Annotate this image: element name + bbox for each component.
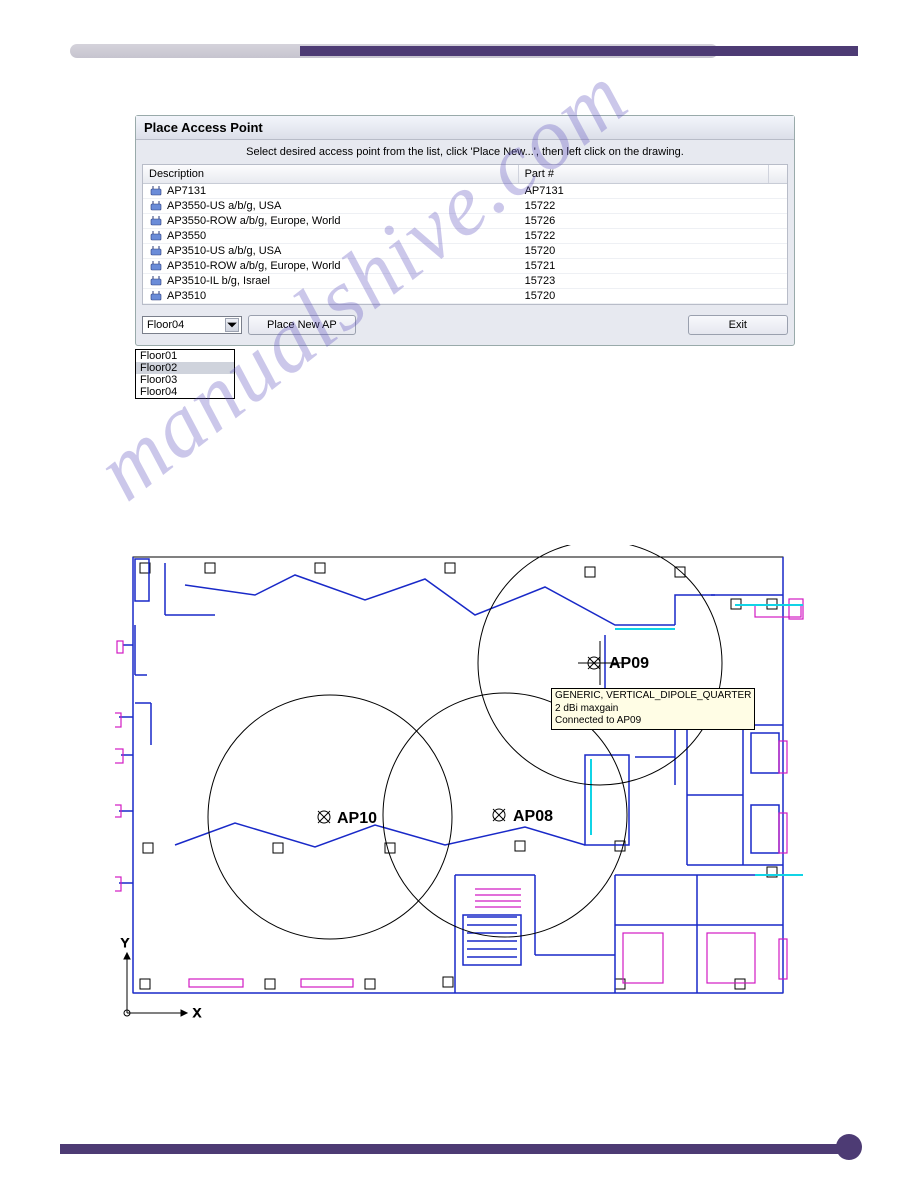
col-scroll-gutter — [769, 165, 787, 183]
axis-y-label: Y — [121, 936, 129, 950]
axis-x-label: X — [193, 1006, 201, 1020]
access-point-icon — [149, 186, 163, 196]
dialog-title: Place Access Point — [136, 116, 794, 140]
cell-description: AP3550-US a/b/g, USA — [143, 199, 519, 213]
access-point-icon — [149, 246, 163, 256]
cell-part: 15721 — [519, 259, 769, 273]
ap-tooltip: GENERIC, VERTICAL_DIPOLE_QUARTER 2 dBi m… — [551, 688, 755, 730]
floor-option[interactable]: Floor02 — [136, 362, 234, 374]
table-header: Description Part # — [143, 165, 787, 184]
table-row[interactable]: AP7131 AP7131 — [143, 184, 787, 199]
table-row[interactable]: AP3510-US a/b/g, USA 15720 — [143, 244, 787, 259]
tooltip-line3: Connected to AP09 — [555, 715, 751, 728]
cell-description-text: AP3550-ROW a/b/g, Europe, World — [167, 215, 340, 227]
cell-description-text: AP3550-US a/b/g, USA — [167, 200, 281, 212]
cell-part: 15722 — [519, 199, 769, 213]
table-row[interactable]: AP3510 15720 — [143, 289, 787, 304]
col-description[interactable]: Description — [143, 165, 519, 183]
table-row[interactable]: AP3550 15722 — [143, 229, 787, 244]
access-point-icon — [149, 216, 163, 226]
cell-description: AP3510 — [143, 289, 519, 303]
access-point-icon — [149, 276, 163, 286]
cell-description: AP3550-ROW a/b/g, Europe, World — [143, 214, 519, 228]
place-access-point-dialog: Place Access Point Select desired access… — [135, 115, 795, 346]
ap-table: Description Part # AP7131AP7131AP3550-US… — [142, 164, 788, 305]
cell-part: 15723 — [519, 274, 769, 288]
table-row[interactable]: AP3510-ROW a/b/g, Europe, World 15721 — [143, 259, 787, 274]
dialog-hint: Select desired access point from the lis… — [136, 140, 794, 162]
cell-part: AP7131 — [519, 184, 769, 198]
floor-plan[interactable]: AP09 AP08 AP10 X Y GENERIC, VERTICAL_DIP… — [115, 545, 805, 1025]
ap10-label: AP10 — [337, 810, 377, 827]
cell-description: AP3510-IL b/g, Israel — [143, 274, 519, 288]
cell-description-text: AP3510 — [167, 290, 206, 302]
tooltip-line2: 2 dBi maxgain — [555, 703, 751, 716]
header-rule-right — [300, 46, 858, 56]
cell-part: 15722 — [519, 229, 769, 243]
access-point-icon — [149, 261, 163, 271]
access-point-icon — [149, 231, 163, 241]
dialog-actions: Floor04 Place New AP Exit — [136, 307, 794, 345]
tooltip-line1: GENERIC, VERTICAL_DIPOLE_QUARTER — [555, 690, 751, 703]
exit-button[interactable]: Exit — [688, 315, 788, 335]
footer-rule — [60, 1144, 838, 1154]
cell-description-text: AP3510-IL b/g, Israel — [167, 275, 270, 287]
cell-description: AP3550 — [143, 229, 519, 243]
cell-part: 15726 — [519, 214, 769, 228]
floor-option[interactable]: Floor04 — [136, 386, 234, 398]
cell-description-text: AP3550 — [167, 230, 206, 242]
footer-dot — [836, 1134, 862, 1160]
cell-description: AP7131 — [143, 184, 519, 198]
floor-select-value: Floor04 — [147, 319, 184, 331]
floor-option[interactable]: Floor03 — [136, 374, 234, 386]
floor-select[interactable]: Floor04 — [142, 316, 242, 334]
ap08-label: AP08 — [513, 808, 553, 825]
cell-part: 15720 — [519, 289, 769, 303]
access-point-icon — [149, 201, 163, 211]
cell-description: AP3510-US a/b/g, USA — [143, 244, 519, 258]
cell-description-text: AP3510-ROW a/b/g, Europe, World — [167, 260, 340, 272]
place-new-ap-button[interactable]: Place New AP — [248, 315, 356, 335]
col-part[interactable]: Part # — [519, 165, 769, 183]
cell-description-text: AP3510-US a/b/g, USA — [167, 245, 281, 257]
ap09-label: AP09 — [609, 655, 649, 672]
access-point-icon — [149, 291, 163, 301]
table-row[interactable]: AP3550-US a/b/g, USA 15722 — [143, 199, 787, 214]
floor-select-dropdown[interactable]: Floor01Floor02Floor03Floor04 — [135, 349, 235, 399]
cell-part: 15720 — [519, 244, 769, 258]
table-row[interactable]: AP3510-IL b/g, Israel 15723 — [143, 274, 787, 289]
cell-description-text: AP7131 — [167, 185, 206, 197]
table-row[interactable]: AP3550-ROW a/b/g, Europe, World 15726 — [143, 214, 787, 229]
chevron-down-icon — [225, 318, 239, 332]
floor-option[interactable]: Floor01 — [136, 350, 234, 362]
cell-description: AP3510-ROW a/b/g, Europe, World — [143, 259, 519, 273]
